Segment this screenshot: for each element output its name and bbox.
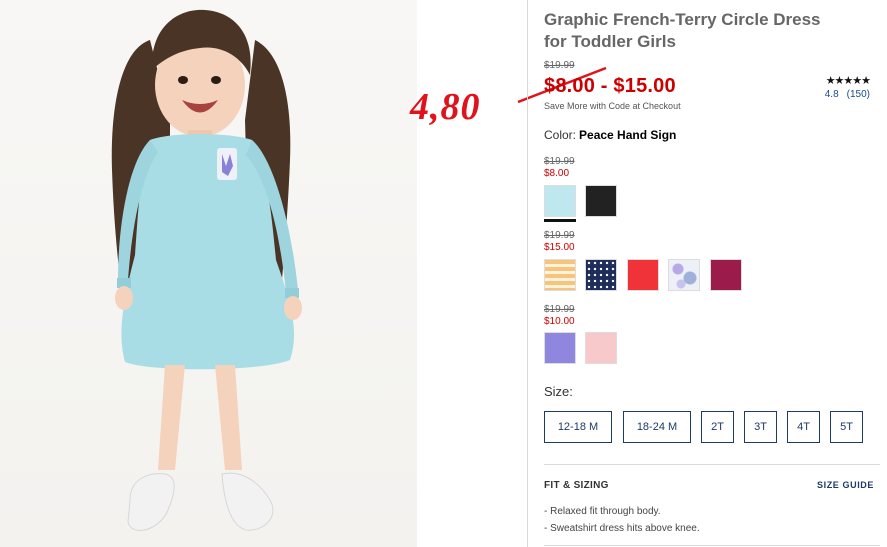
color-selection-label: Color: Peace Hand Sign <box>544 128 676 142</box>
bottom-divider <box>544 545 880 546</box>
section-divider <box>544 464 880 465</box>
original-price: $19.99 <box>544 60 575 71</box>
red-swatch[interactable] <box>627 259 659 291</box>
berry-swatch[interactable] <box>710 259 742 291</box>
size-guide-link[interactable]: SIZE GUIDE <box>817 480 874 490</box>
group-3-original-price: $19.99 <box>544 304 575 315</box>
list-item: Relaxed fit through body. <box>544 503 700 520</box>
annotation-price: 4,80 <box>410 86 481 128</box>
fit-details-list: Relaxed fit through body. Sweatshirt dre… <box>544 503 700 537</box>
star-rating-icon[interactable]: ★★★★★ <box>826 74 871 87</box>
fit-sizing-heading[interactable]: FIT & SIZING <box>544 480 609 491</box>
group-2-sale-price: $15.00 <box>544 242 575 253</box>
navy-dot-swatch[interactable] <box>585 259 617 291</box>
orange-stripe-swatch[interactable] <box>544 259 576 291</box>
size-button-3t[interactable]: 3T <box>744 411 777 443</box>
product-title: Graphic French-Terry Circle Dress for To… <box>544 10 821 51</box>
group-2-original-price: $19.99 <box>544 230 575 241</box>
aqua-swatch[interactable] <box>544 185 576 222</box>
review-count: (150) <box>846 89 870 100</box>
size-button-2t[interactable]: 2T <box>701 411 734 443</box>
product-photo[interactable] <box>0 0 417 547</box>
rating-link[interactable]: 4.8 (150) <box>825 89 870 100</box>
panel-divider <box>527 0 528 547</box>
group-3-sale-price: $10.00 <box>544 316 575 327</box>
color-label: Color: <box>544 128 577 142</box>
size-button-4t[interactable]: 4T <box>787 411 820 443</box>
black-swatch[interactable] <box>585 185 617 217</box>
list-item: Sweatshirt dress hits above knee. <box>544 520 700 537</box>
size-button-18-24m[interactable]: 18-24 M <box>623 411 691 443</box>
pink-swatch[interactable] <box>585 332 617 364</box>
size-label: Size: <box>544 384 573 399</box>
color-value: Peace Hand Sign <box>579 128 677 142</box>
save-note: Save More with Code at Checkout <box>544 101 681 111</box>
product-details-panel: Graphic French-Terry Circle Dress for To… <box>544 0 880 547</box>
floral-swatch[interactable] <box>668 259 700 291</box>
group-1-sale-price: $8.00 <box>544 168 570 179</box>
size-button-12-18m[interactable]: 12-18 M <box>544 411 612 443</box>
sale-price: $8.00 - $15.00 <box>544 75 676 97</box>
lavender-swatch[interactable] <box>544 332 576 364</box>
group-1-original-price: $19.99 <box>544 156 575 167</box>
size-button-5t[interactable]: 5T <box>830 411 863 443</box>
toddler-model-illustration <box>111 9 302 531</box>
rating-value: 4.8 <box>824 89 839 100</box>
